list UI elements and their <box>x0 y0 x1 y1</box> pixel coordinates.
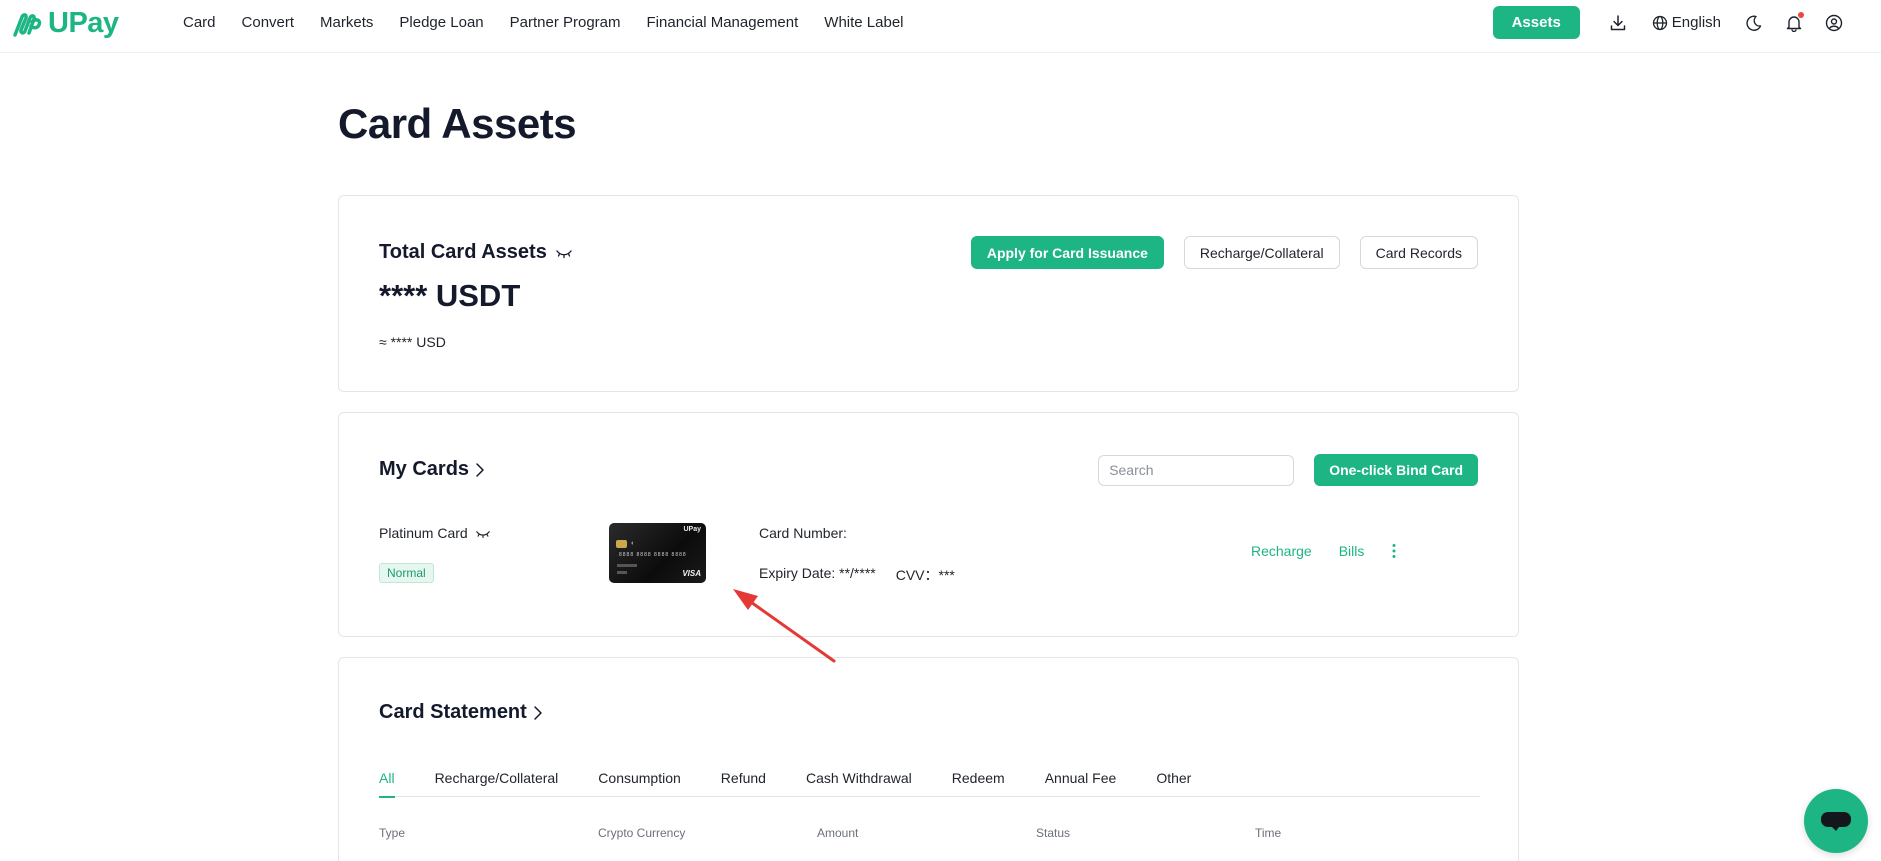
total-assets-heading: Total Card Assets <box>379 241 573 264</box>
globe-icon <box>1652 15 1667 30</box>
card-network-logo: VISA <box>682 569 701 578</box>
tab-refund[interactable]: Refund <box>721 769 766 797</box>
card-actions: Recharge Bills <box>1251 543 1397 559</box>
nav-white-label[interactable]: White Label <box>824 14 903 31</box>
logo[interactable]: UPay <box>10 7 119 40</box>
chat-icon <box>1821 812 1851 831</box>
assets-button[interactable]: Assets <box>1492 6 1580 39</box>
my-cards-heading[interactable]: My Cards <box>379 458 485 481</box>
card-image-brand: UPay <box>683 526 701 533</box>
nav-financial-management[interactable]: Financial Management <box>647 14 799 31</box>
top-header: UPay Card Convert Markets Pledge Loan Pa… <box>0 0 1881 53</box>
nav-pledge-loan[interactable]: Pledge Loan <box>399 14 483 31</box>
download-icon[interactable] <box>1607 12 1629 34</box>
card-number-label: Card Number: <box>759 525 847 541</box>
more-vertical-icon[interactable] <box>1391 543 1397 559</box>
user-icon[interactable] <box>1823 12 1845 34</box>
main-nav: Card Convert Markets Pledge Loan Partner… <box>183 0 904 44</box>
card-search-input[interactable] <box>1098 454 1295 486</box>
brand-name: UPay <box>48 7 119 39</box>
card-records-button[interactable]: Card Records <box>1359 236 1478 269</box>
card-statement-title: Card Statement <box>379 701 527 723</box>
column-status: Status <box>1036 826 1071 840</box>
total-assets-amount: **** USDT <box>379 278 521 313</box>
total-assets-title: Total Card Assets <box>379 241 547 263</box>
bell-icon[interactable] <box>1783 11 1805 34</box>
card-cvv: CVV：*** <box>895 567 955 583</box>
card-statement-panel: Card Statement All Recharge/Collateral C… <box>338 657 1519 861</box>
chevron-right-icon <box>476 462 484 477</box>
tab-annual-fee[interactable]: Annual Fee <box>1045 769 1117 797</box>
language-selector[interactable]: English <box>1652 14 1721 31</box>
card-chip-icon <box>616 540 627 548</box>
language-label: English <box>1671 14 1721 31</box>
total-assets-panel: Total Card Assets **** USDT ≈ **** USD A… <box>338 195 1519 392</box>
upay-logo-icon <box>13 12 42 37</box>
card-expiry: Expiry Date: **/**** <box>759 565 876 581</box>
bind-card-button[interactable]: One-click Bind Card <box>1314 454 1478 486</box>
nav-markets[interactable]: Markets <box>320 14 373 31</box>
tab-recharge-collateral[interactable]: Recharge/Collateral <box>435 769 559 797</box>
card-image-number: 8888 8888 8888 8888 <box>619 552 687 558</box>
my-cards-panel: My Cards One-click Bind Card Platinum Ca… <box>338 412 1519 637</box>
my-cards-title: My Cards <box>379 458 470 480</box>
support-chat-button[interactable] <box>1804 789 1868 853</box>
nav-partner-program[interactable]: Partner Program <box>510 14 621 31</box>
tab-other[interactable]: Other <box>1156 769 1191 797</box>
card-image-line <box>617 571 627 574</box>
card-image[interactable]: UPay ◖ 8888 8888 8888 8888 VISA <box>609 523 706 583</box>
column-time: Time <box>1255 826 1282 840</box>
tab-cash-withdrawal[interactable]: Cash Withdrawal <box>806 769 912 797</box>
eye-closed-icon[interactable] <box>555 247 573 259</box>
tab-consumption[interactable]: Consumption <box>598 769 681 797</box>
header-actions: Assets English <box>1492 6 1845 39</box>
total-assets-actions: Apply for Card Issuance Recharge/Collate… <box>970 236 1478 269</box>
card-expiry-row: Expiry Date: **/**** CVV：*** <box>759 565 955 585</box>
column-amount: Amount <box>817 826 859 840</box>
eye-closed-icon[interactable] <box>475 528 491 539</box>
recharge-link[interactable]: Recharge <box>1251 543 1312 559</box>
contactless-icon: ◖ <box>630 540 635 547</box>
statement-table-header: Type Crypto Currency Amount Status Time <box>379 826 1480 840</box>
status-badge: Normal <box>379 563 434 583</box>
chevron-right-icon <box>534 705 542 720</box>
column-type: Type <box>379 826 406 840</box>
moon-icon[interactable] <box>1743 12 1765 34</box>
my-cards-tools: One-click Bind Card <box>1098 454 1478 486</box>
nav-card[interactable]: Card <box>183 14 216 31</box>
column-crypto-currency: Crypto Currency <box>598 826 686 840</box>
card-statement-heading[interactable]: Card Statement <box>379 701 543 724</box>
card-name-label: Platinum Card <box>379 525 468 541</box>
tab-redeem[interactable]: Redeem <box>952 769 1005 797</box>
recharge-collateral-button[interactable]: Recharge/Collateral <box>1183 236 1340 269</box>
apply-card-button[interactable]: Apply for Card Issuance <box>970 236 1164 269</box>
total-assets-usd: ≈ **** USD <box>379 334 446 350</box>
notification-dot <box>1798 11 1804 18</box>
tab-all[interactable]: All <box>379 769 395 798</box>
bills-link[interactable]: Bills <box>1339 543 1365 559</box>
card-name: Platinum Card <box>379 525 491 541</box>
nav-convert[interactable]: Convert <box>242 14 295 31</box>
page-title: Card Assets <box>338 100 577 147</box>
card-image-line <box>617 564 637 567</box>
statement-tabs: All Recharge/Collateral Consumption Refu… <box>379 769 1480 798</box>
